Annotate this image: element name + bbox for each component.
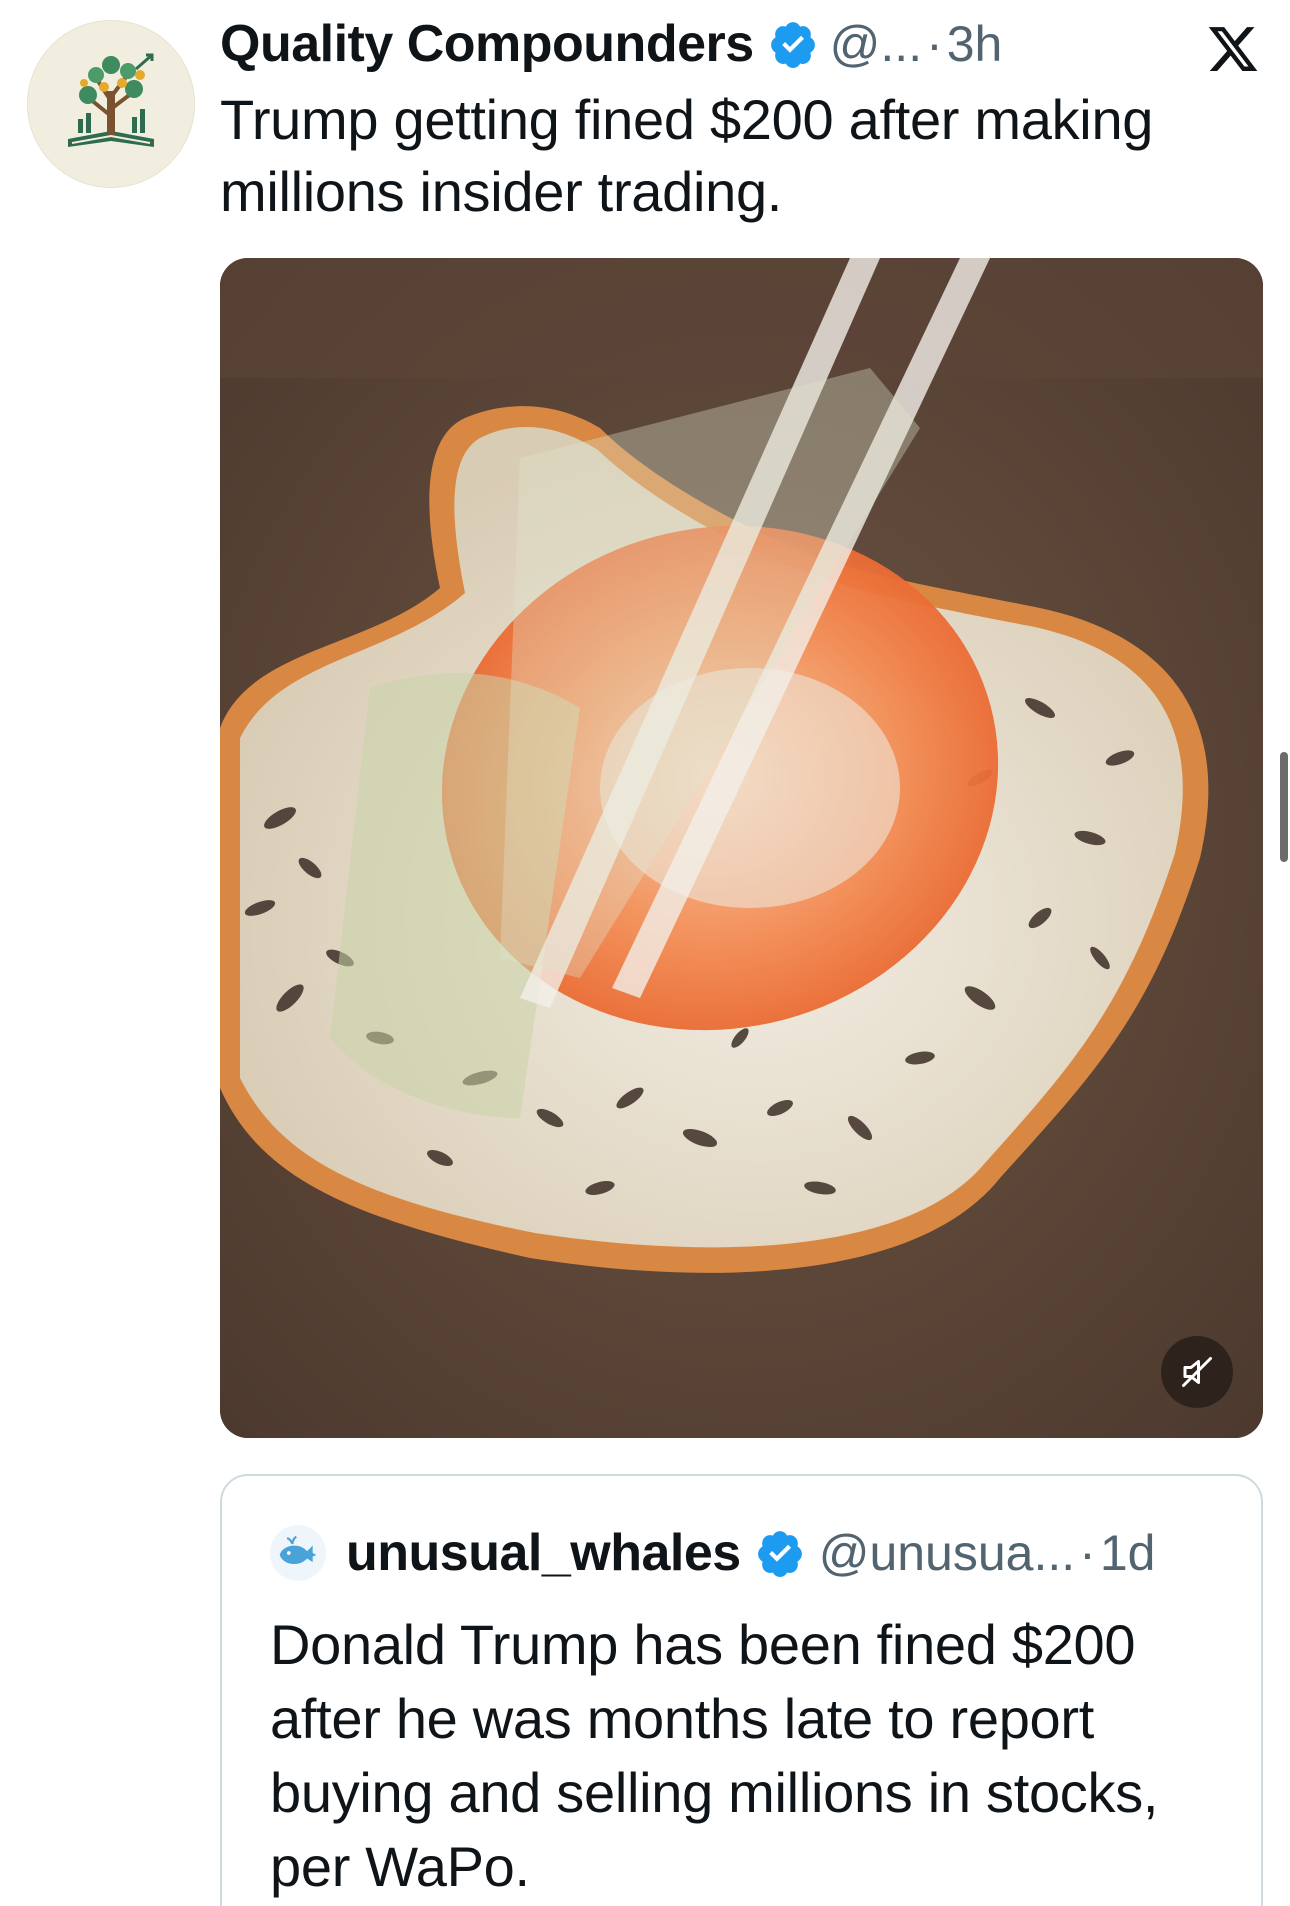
quoted-handle[interactable]: @unusua...: [819, 1524, 1075, 1582]
video-player[interactable]: [220, 258, 1263, 1438]
money-tree-logo: [28, 21, 194, 187]
speaker-muted-icon: [1182, 1357, 1212, 1387]
separator-dot: ·: [1079, 1525, 1096, 1581]
video-frame: [220, 258, 1263, 1438]
quoted-display-name[interactable]: unusual_whales: [346, 1523, 741, 1583]
timestamp[interactable]: 3h: [947, 15, 1003, 73]
display-name[interactable]: Quality Compounders: [220, 14, 754, 74]
verified-badge-icon: [757, 1531, 802, 1577]
avatar[interactable]: [27, 20, 195, 188]
handle[interactable]: @...: [830, 15, 922, 73]
verified-badge-icon: [770, 22, 815, 68]
whale-icon: [279, 1535, 317, 1564]
scrollbar[interactable]: [1280, 752, 1288, 862]
quoted-tweet-header: unusual_whales @unusua... · 1d: [270, 1518, 1155, 1588]
quoted-tweet[interactable]: unusual_whales @unusua... · 1d Donald Tr…: [220, 1474, 1263, 1906]
quoted-tweet-text: Donald Trump has been fined $200 after h…: [270, 1613, 1159, 1898]
quoted-avatar[interactable]: [270, 1525, 326, 1581]
tweet[interactable]: Quality Compounders @... · 3h Trump gett…: [0, 0, 1290, 1906]
quoted-timestamp[interactable]: 1d: [1100, 1524, 1156, 1582]
separator-dot: ·: [926, 16, 943, 72]
tweet-text: Trump getting fined $200 after making mi…: [220, 88, 1154, 223]
x-logo-icon[interactable]: [1206, 22, 1260, 76]
mute-button[interactable]: [1161, 1336, 1233, 1408]
tweet-header: Quality Compounders @... · 3h: [220, 12, 1230, 76]
